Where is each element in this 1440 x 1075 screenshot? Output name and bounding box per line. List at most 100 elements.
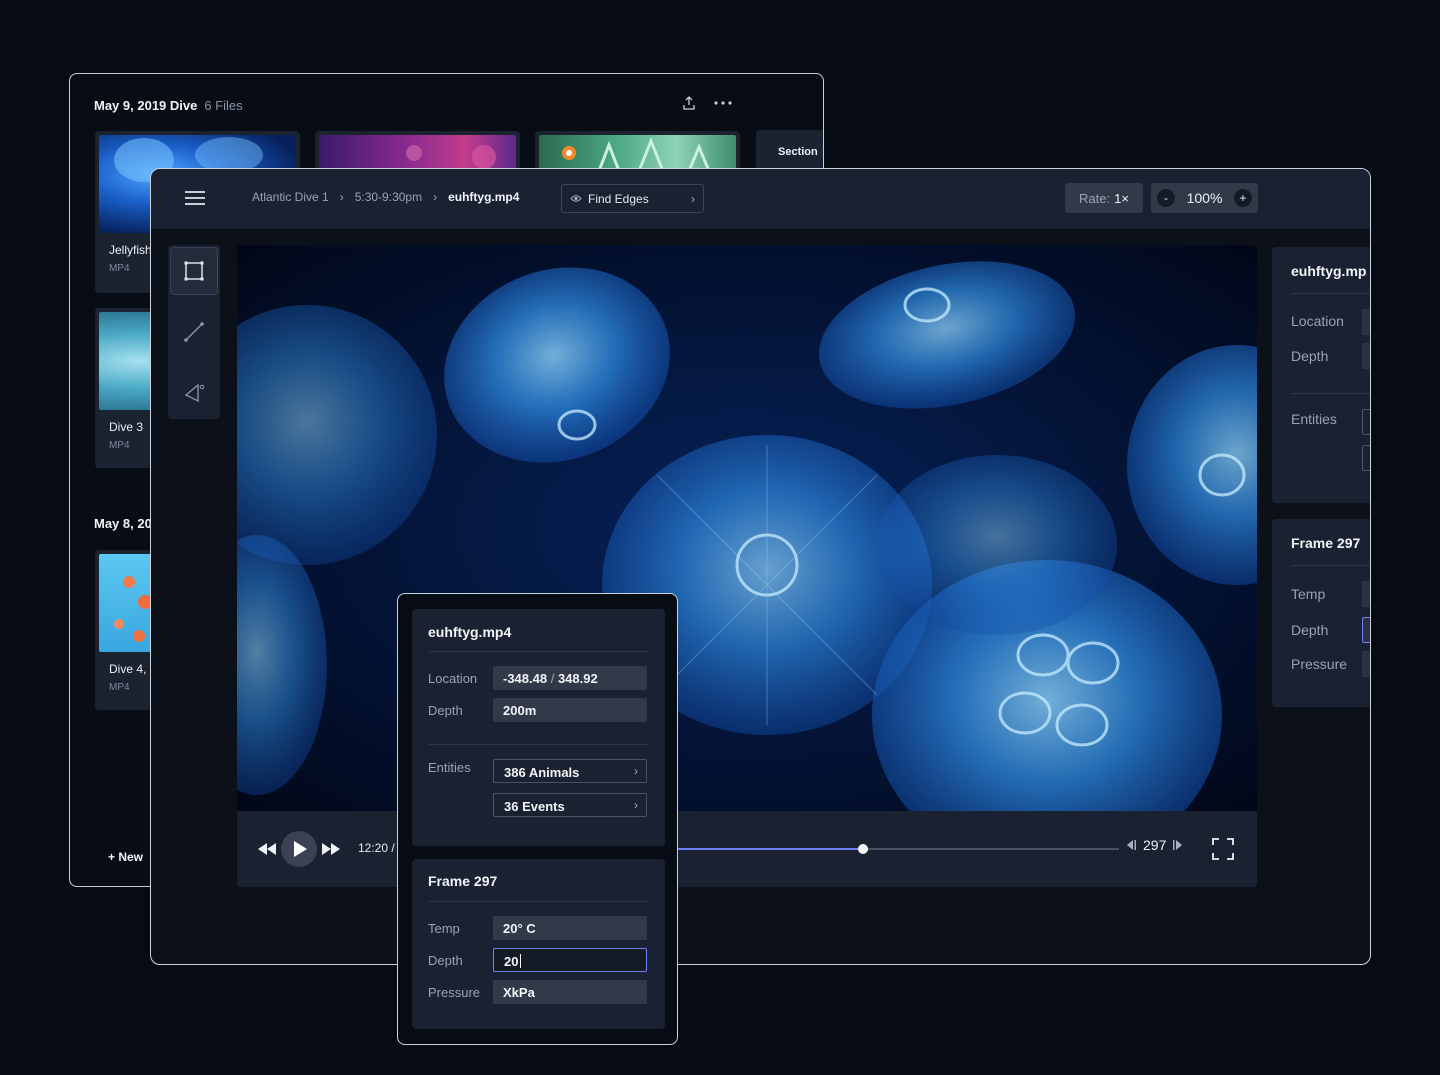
entities-link[interactable] xyxy=(1362,445,1370,471)
temp-label: Temp xyxy=(428,921,460,936)
rectangle-select-tool[interactable] xyxy=(170,247,218,295)
video-frame[interactable] xyxy=(237,245,1257,811)
line-tool[interactable] xyxy=(170,308,218,356)
player-controls: 12:20 / 297 xyxy=(237,811,1257,887)
file-name: Dive 4, xyxy=(109,662,147,676)
depth-label: Depth xyxy=(428,953,463,968)
fullscreen-icon[interactable] xyxy=(1212,838,1234,860)
play-icon[interactable] xyxy=(281,831,317,867)
file-count: 6 Files xyxy=(204,98,243,113)
next-frame-icon[interactable] xyxy=(1172,840,1184,850)
entities-label: Entities xyxy=(1291,411,1337,427)
angle-tool-icon xyxy=(184,383,205,403)
file-thumbnail xyxy=(539,135,736,171)
zoom-in-button[interactable]: + xyxy=(1234,189,1252,207)
divider xyxy=(1291,393,1370,394)
group-actions xyxy=(682,96,732,110)
section-tag[interactable]: Section xyxy=(756,130,823,170)
events-count: 36 Events xyxy=(504,799,565,814)
pressure-label: Pressure xyxy=(428,985,481,1000)
group-title: May 9, 2019 Dive xyxy=(94,98,198,113)
pressure-label: Pressure xyxy=(1291,656,1348,672)
file-type: MP4 xyxy=(109,682,130,693)
filter-select[interactable]: Find Edges › xyxy=(561,184,704,213)
frame-number: 297 xyxy=(1143,837,1167,853)
location-field[interactable] xyxy=(1362,309,1370,335)
video-player: 12:20 / 297 xyxy=(237,245,1257,887)
depth-field[interactable] xyxy=(1362,343,1370,369)
zoom-out-button[interactable]: - xyxy=(1157,189,1175,207)
card-title: Frame 297 xyxy=(428,873,498,889)
rate-label: Rate: xyxy=(1079,190,1111,206)
seek-bar[interactable] xyxy=(677,844,1119,854)
previous-frame-icon[interactable] xyxy=(1125,840,1137,850)
breadcrumb-current: euhftyg.mp4 xyxy=(448,190,520,204)
file-card[interactable] xyxy=(535,131,740,171)
divider xyxy=(1291,293,1370,294)
share-icon[interactable] xyxy=(682,96,696,110)
temp-label: Temp xyxy=(1291,586,1326,602)
chevron-right-icon: › xyxy=(634,798,638,812)
temp-field[interactable] xyxy=(1362,581,1370,607)
breadcrumb-item[interactable]: Atlantic Dive 1 xyxy=(252,190,329,204)
pressure-field[interactable]: XkPa xyxy=(493,980,647,1004)
rewind-icon[interactable] xyxy=(258,843,276,855)
depth-label: Depth xyxy=(428,703,463,718)
animals-count: 386 Animals xyxy=(504,765,580,780)
filter-label: Find Edges xyxy=(588,191,649,206)
pressure-field[interactable] xyxy=(1362,651,1370,677)
chevron-right-icon: › xyxy=(339,190,344,204)
frame-info-panel: Frame 297 Temp Depth Pressure xyxy=(1272,519,1370,707)
breadcrumb: Atlantic Dive 1 › 5:30-9:30pm › euhftyg.… xyxy=(252,190,519,204)
seek-progress xyxy=(677,848,863,850)
chevron-right-icon: › xyxy=(433,190,438,204)
file-card[interactable] xyxy=(315,131,520,171)
angle-tool[interactable] xyxy=(170,369,218,417)
more-icon[interactable] xyxy=(714,101,732,105)
file-name: Jellyfish xyxy=(109,243,152,257)
zoom-value: 100% xyxy=(1186,190,1223,206)
events-link[interactable]: 36 Events › xyxy=(493,793,647,817)
location-separator: / xyxy=(547,671,558,686)
text-caret xyxy=(520,954,522,968)
group-header: May 9, 2019 Dive 6 Files xyxy=(94,98,243,116)
location-y: 348.92 xyxy=(557,671,598,686)
depth-label: Depth xyxy=(1291,622,1329,638)
entities-label: Entities xyxy=(428,760,471,775)
seek-handle[interactable] xyxy=(857,844,868,854)
menu-icon[interactable] xyxy=(185,191,205,207)
depth-label: Depth xyxy=(1291,348,1329,364)
depth-input-value: 20 xyxy=(504,954,519,969)
rectangle-select-icon xyxy=(184,261,204,281)
divider xyxy=(428,744,649,745)
new-button[interactable]: + New xyxy=(108,850,143,864)
rate-control[interactable]: Rate: 1× xyxy=(1065,183,1143,213)
divider xyxy=(428,901,649,902)
depth-field[interactable] xyxy=(1362,617,1370,643)
top-bar: Atlantic Dive 1 › 5:30-9:30pm › euhftyg.… xyxy=(151,169,1370,229)
line-tool-icon xyxy=(184,322,204,342)
zoom-control: - 100% + xyxy=(1151,183,1258,213)
file-info-panel: euhftyg.mp Location Depth Entities xyxy=(1272,247,1370,503)
location-field[interactable]: -348.48 / 348.92 xyxy=(493,666,647,690)
tool-palette xyxy=(168,245,220,419)
panel-title: euhftyg.mp xyxy=(1291,263,1367,279)
panel-title: Frame 297 xyxy=(1291,535,1361,551)
chevron-right-icon: › xyxy=(634,764,638,778)
depth-input[interactable]: 20 xyxy=(493,948,647,972)
divider xyxy=(428,651,649,652)
breadcrumb-item[interactable]: 5:30-9:30pm xyxy=(355,190,422,204)
group-title: May 8, 20 xyxy=(94,516,152,531)
location-label: Location xyxy=(428,671,478,686)
time-display: 12:20 / xyxy=(358,841,395,855)
divider xyxy=(1291,565,1370,566)
chevron-right-icon: › xyxy=(691,191,695,206)
frame-info-card: Frame 297 Temp 20° C Depth 20 Pressure X… xyxy=(412,859,665,1029)
fast-forward-icon[interactable] xyxy=(322,843,340,855)
rate-value: 1× xyxy=(1114,190,1129,206)
entities-link[interactable] xyxy=(1362,409,1370,435)
animals-link[interactable]: 386 Animals › xyxy=(493,759,647,783)
eye-icon xyxy=(570,195,582,202)
temp-field[interactable]: 20° C xyxy=(493,916,647,940)
depth-field[interactable]: 200m xyxy=(493,698,647,722)
